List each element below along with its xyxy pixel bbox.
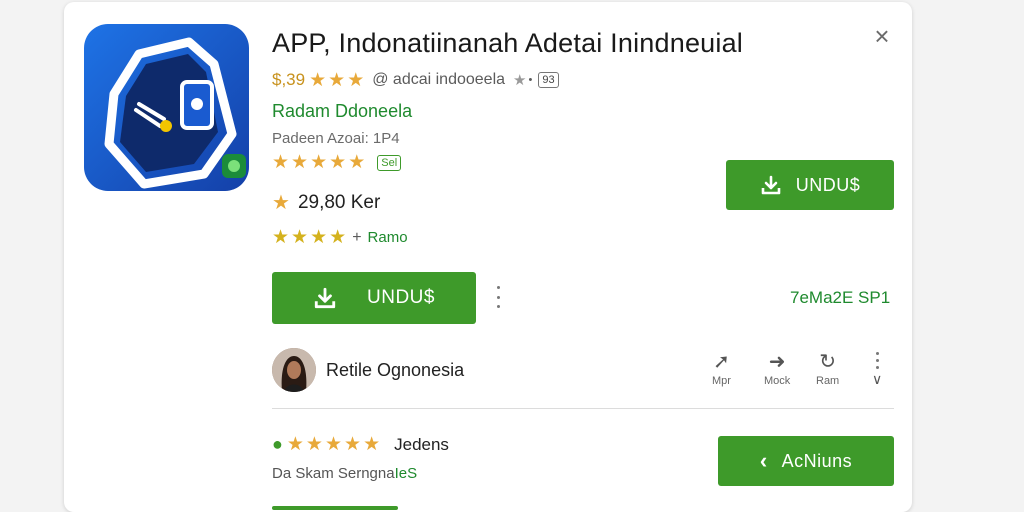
chevron-left-icon: ‹ bbox=[759, 448, 768, 473]
star-icon: ★ bbox=[329, 227, 347, 248]
app-meta-text: @ adcai indooeela bbox=[372, 71, 506, 88]
review-subtext: Da Skam Serngna IeS bbox=[272, 465, 417, 482]
more-vertical-icon bbox=[875, 352, 879, 369]
install-button-top-label: UNDU$ bbox=[795, 174, 861, 195]
install-button-main[interactable]: UNDU$ bbox=[272, 272, 476, 324]
app-detail-card: × APP, Indonatiinanah Adetai Inindneuial… bbox=[64, 2, 912, 512]
app-price: $,39 bbox=[272, 70, 306, 89]
divider bbox=[272, 408, 894, 409]
app-meta-row: $,39 ★ ★ ★ @ adcai indooeela ★ • 93 bbox=[272, 70, 559, 90]
star-icon: ★ bbox=[347, 69, 365, 91]
star-icon: ★ bbox=[348, 152, 366, 173]
star-icon: ★ bbox=[329, 152, 347, 173]
star-icon: ★ bbox=[513, 71, 527, 89]
rank-row: ★ ★ ★ ★ + Ramo bbox=[272, 228, 408, 247]
action-share[interactable]: ➚ Mpr bbox=[712, 352, 731, 387]
refresh-icon: ↻ bbox=[819, 351, 836, 373]
action-label: Mpr bbox=[712, 375, 731, 387]
rating-stars: ★ ★ ★ ★ ★ Sel bbox=[272, 152, 402, 173]
download-icon bbox=[314, 287, 336, 309]
star-icon: ★ bbox=[310, 227, 328, 248]
reviews-row: ★ 29,80 Ker bbox=[272, 192, 380, 214]
publisher-name[interactable]: Retile Ognonesia bbox=[326, 360, 464, 381]
install-button-top[interactable]: UNDU$ bbox=[726, 160, 894, 210]
action-label: Mock bbox=[764, 375, 791, 387]
rating-badge: Sel bbox=[377, 154, 402, 171]
star-icon: ★ bbox=[286, 434, 304, 455]
meta-badge: 93 bbox=[538, 72, 559, 88]
avatar[interactable] bbox=[272, 348, 316, 392]
chevron-down-icon: ∨ bbox=[872, 371, 883, 387]
review-row: ● ★ ★ ★ ★ ★ Jedens bbox=[272, 434, 449, 455]
action-button-label: AcNiuns bbox=[781, 450, 853, 471]
install-button-main-label: UNDU$ bbox=[367, 287, 435, 308]
arrow-right-icon: ➜ bbox=[768, 351, 786, 373]
star-icon: ★ bbox=[272, 192, 290, 214]
star-icon: ★ bbox=[324, 434, 343, 455]
action-label: Ram bbox=[816, 375, 840, 387]
leaf-icon: ● bbox=[272, 434, 283, 454]
star-icon: ★ bbox=[291, 152, 309, 173]
dot-icon: • bbox=[528, 74, 533, 86]
review-sub-suffix: IeS bbox=[394, 465, 418, 482]
action-refresh[interactable]: ↻ Ram bbox=[816, 352, 839, 387]
developer-name[interactable]: Radam Ddoneela bbox=[272, 101, 412, 122]
star-icon: ★ bbox=[305, 434, 323, 455]
arrow-up-icon: ➚ bbox=[713, 351, 730, 373]
star-icon: ★ bbox=[272, 227, 290, 248]
app-title: APP, Indonatiinanah Adetai Inindneuial bbox=[272, 28, 743, 58]
progress-indicator bbox=[272, 506, 398, 510]
close-icon[interactable]: × bbox=[870, 23, 894, 49]
star-icon: ★ bbox=[272, 152, 290, 173]
star-icon: ★ bbox=[328, 69, 346, 91]
expand-options[interactable]: ∨ bbox=[872, 352, 882, 388]
review-label: Jedens bbox=[394, 434, 449, 454]
review-sub-prefix: Da Skam Serngna bbox=[272, 465, 395, 482]
app-icon bbox=[84, 24, 249, 191]
star-icon: ★ bbox=[363, 434, 381, 455]
star-icon: ★ bbox=[310, 152, 328, 173]
star-icon: ★ bbox=[291, 227, 309, 248]
rank-label: Ramo bbox=[367, 229, 408, 246]
download-icon bbox=[761, 175, 781, 195]
more-options-icon[interactable] bbox=[492, 286, 504, 308]
action-forward[interactable]: ➜ Mock bbox=[764, 352, 790, 387]
update-text: 7eMa2E SP1 bbox=[790, 288, 891, 307]
star-icon: ★ bbox=[309, 69, 327, 91]
plus-icon: + bbox=[352, 228, 362, 246]
action-button[interactable]: ‹ AcNiuns bbox=[718, 436, 894, 486]
reviews-count: 29,80 Ker bbox=[297, 192, 381, 213]
app-subinfo: Padeen Azoai: 1P4 bbox=[272, 130, 400, 147]
star-icon: ★ bbox=[344, 434, 362, 455]
